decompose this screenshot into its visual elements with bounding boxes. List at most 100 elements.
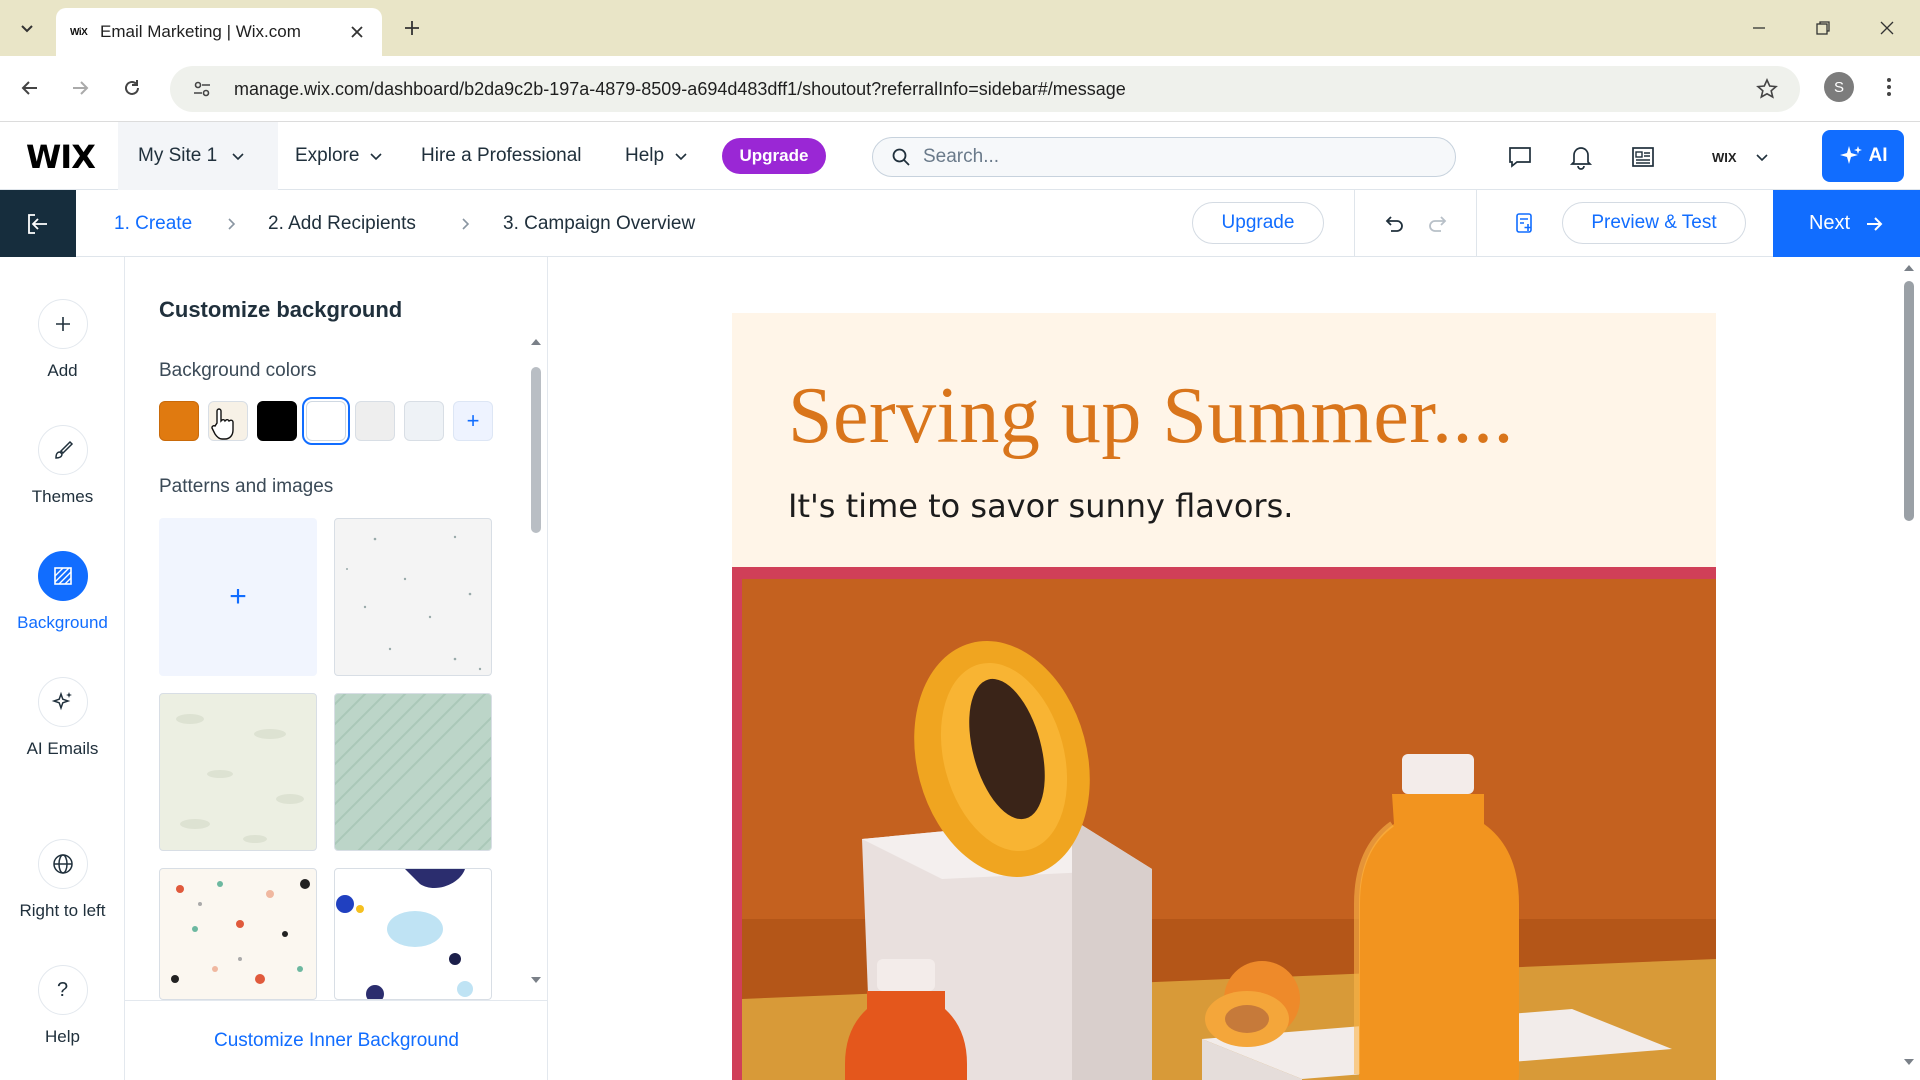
search-input[interactable] [923,146,1403,168]
browser-tab-active[interactable]: WiX Email Marketing | Wix.com [56,8,382,56]
step-create[interactable]: 1. Create [114,190,192,257]
wix-logo[interactable]: WIX [26,138,96,176]
messages-button[interactable] [1504,141,1536,173]
bell-icon [1569,147,1593,170]
help-menu[interactable]: Help [625,122,688,190]
undo-icon [1385,216,1403,232]
preview-test-button[interactable]: Preview & Test [1562,202,1746,244]
color-swatch-black[interactable] [257,401,297,441]
rail-item-themes[interactable]: Themes [0,425,125,507]
rail-item-ai-emails[interactable]: AI Emails [0,677,125,759]
pattern-tile-clouds[interactable] [159,693,317,851]
tab-close-button[interactable] [346,21,368,43]
updates-button[interactable] [1627,141,1659,173]
rail-item-add[interactable]: Add [0,299,125,381]
account-switcher[interactable]: WIX [1712,142,1769,172]
canvas-scroll-thumb[interactable] [1904,281,1914,521]
search-box[interactable] [872,137,1456,177]
arrow-left-icon [21,81,37,95]
minimize-button[interactable] [1736,8,1782,48]
scroll-down-icon[interactable] [1902,1057,1916,1069]
chevron-right-icon [456,214,476,234]
restore-button[interactable] [1800,8,1846,48]
email-hero-image[interactable] [732,567,1716,1080]
panel-scroll-thumb[interactable] [531,367,541,533]
minimize-icon [1753,27,1765,29]
hire-label: Hire a Professional [421,145,582,166]
address-bar[interactable]: manage.wix.com/dashboard/b2da9c2b-197a-4… [170,66,1800,112]
pattern-tile-stripes[interactable] [334,693,492,851]
editor-step-bar: 1. Create 2. Add Recipients 3. Campaign … [0,190,1920,257]
bookmark-star-icon[interactable] [1754,76,1780,102]
tab-search-button[interactable] [10,12,44,44]
rail-label: Background [17,613,108,632]
site-name: My Site 1 [138,145,218,166]
chevron-down-icon [370,153,382,161]
next-button[interactable]: Next [1773,190,1920,257]
question-icon: ? [37,965,88,1015]
reload-button[interactable] [114,70,150,106]
redo-icon [1429,216,1447,232]
rail-label: Themes [31,487,94,506]
notifications-button[interactable] [1565,141,1597,173]
news-icon [1632,147,1654,167]
chevron-down-icon [675,153,687,161]
hire-professional-link[interactable]: Hire a Professional [421,122,582,190]
step-add-recipients[interactable]: 2. Add Recipients [268,190,416,257]
scroll-up-icon[interactable] [1902,261,1916,273]
sparkle-icon [37,677,88,727]
rail-label: AI Emails [26,739,99,758]
exit-editor-button[interactable] [0,190,76,257]
rail-item-right-to-left[interactable]: Right to left [0,839,125,921]
email-preview[interactable]: Serving up Summer.... It's time to savor… [732,313,1716,1080]
email-heading[interactable]: Serving up Summer.... [788,371,1514,462]
globe-icon [37,839,88,889]
chat-icon [1509,147,1531,168]
url-text: manage.wix.com/dashboard/b2da9c2b-197a-4… [234,78,1126,99]
pattern-tile-terrazzo[interactable] [159,868,317,1000]
ai-assistant-button[interactable]: AI [1822,130,1904,182]
pattern-tile-speckle[interactable] [334,518,492,676]
plus-icon [37,299,88,349]
email-subtitle[interactable]: It's time to savor sunny flavors. [788,487,1293,525]
chevron-right-icon [222,214,242,234]
customize-background-panel: Customize background Background colors +… [125,257,548,1080]
save-template-button[interactable] [1508,206,1542,240]
upgrade-outline-button[interactable]: Upgrade [1192,202,1324,244]
window-close-button[interactable] [1864,8,1910,48]
color-swatch-light-gray[interactable] [355,401,395,441]
profile-avatar[interactable]: S [1824,72,1854,102]
arrow-right-icon [1867,216,1883,231]
site-selector[interactable]: My Site 1 [118,122,278,190]
color-swatch-light-blue[interactable] [404,401,444,441]
upgrade-button[interactable]: Upgrade [722,138,826,174]
site-info-icon[interactable] [190,77,214,101]
scroll-down-icon [531,977,541,983]
step-campaign-overview[interactable]: 3. Campaign Overview [503,190,695,257]
add-color-button[interactable]: + [453,401,493,441]
reload-icon [125,80,139,95]
explore-menu[interactable]: Explore [295,122,383,190]
color-swatch-orange[interactable] [159,401,199,441]
next-label: Next [1808,212,1851,234]
tab-title: Email Marketing | Wix.com [100,22,301,41]
forward-button[interactable] [62,70,98,106]
close-icon [351,26,363,38]
new-tab-button[interactable] [396,12,428,44]
pattern-tile-blobs[interactable] [334,868,492,1000]
panel-title: Customize background [159,297,403,322]
rail-item-help[interactable]: ? Help [0,965,125,1047]
redo-button[interactable] [1424,210,1452,238]
upload-pattern-button[interactable]: + [159,518,317,676]
rail-label: Right to left [19,901,106,920]
sparkle-icon [1839,146,1862,164]
customize-inner-background-link[interactable]: Customize Inner Background [125,1000,548,1080]
back-button[interactable] [12,70,48,106]
undo-button[interactable] [1380,210,1408,238]
rail-label: Add [47,361,78,380]
rail-item-background[interactable]: Background [0,551,125,633]
hand-cursor-icon [211,408,234,440]
browser-menu-button[interactable] [1874,72,1904,102]
color-swatch-white[interactable] [302,397,350,445]
exit-icon [28,213,47,234]
